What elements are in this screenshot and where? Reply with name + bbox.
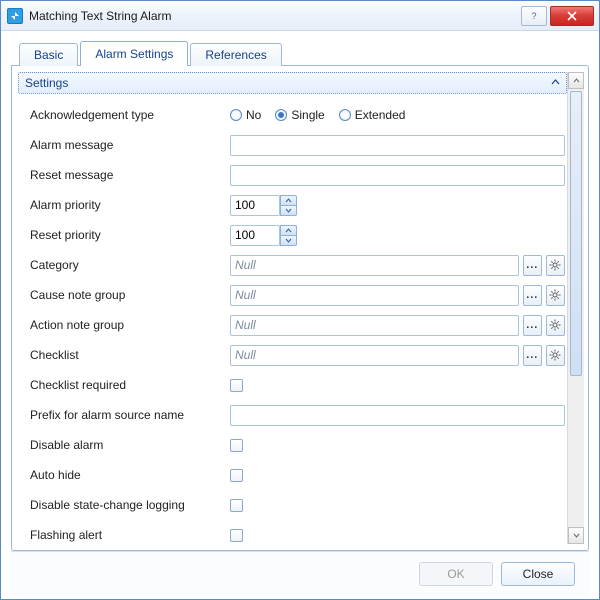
- label-cause-note-group: Cause note group: [30, 288, 230, 302]
- radio-label: No: [246, 108, 261, 122]
- label-disable-alarm: Disable alarm: [30, 438, 230, 452]
- titlebar: Matching Text String Alarm ?: [1, 1, 599, 31]
- radio-dot-icon: [275, 109, 287, 121]
- browse-button[interactable]: ...: [523, 255, 542, 276]
- input-checklist[interactable]: [230, 345, 519, 366]
- label-checklist: Checklist: [30, 348, 230, 362]
- input-alarm-message[interactable]: [230, 135, 565, 156]
- browse-button[interactable]: ...: [523, 285, 542, 306]
- spinner-up-button[interactable]: [280, 195, 297, 206]
- input-alarm-priority[interactable]: [230, 195, 280, 216]
- settings-gear-button[interactable]: [546, 345, 565, 366]
- radio-label: Single: [291, 108, 324, 122]
- close-window-button[interactable]: [550, 6, 594, 26]
- ok-button[interactable]: OK: [419, 562, 493, 586]
- checkbox-flashing-alert[interactable]: [230, 529, 243, 542]
- settings-scroll-content: Settings Acknowledgement type: [18, 72, 567, 544]
- settings-gear-button[interactable]: [546, 285, 565, 306]
- browse-button[interactable]: ...: [523, 315, 542, 336]
- scroll-track[interactable]: [568, 89, 584, 527]
- label-action-note-group: Action note group: [30, 318, 230, 332]
- dialog-footer: OK Close: [11, 551, 589, 595]
- tab-references[interactable]: References: [190, 43, 281, 66]
- tabpage: Settings Acknowledgement type: [11, 65, 589, 551]
- label-ack-type: Acknowledgement type: [30, 108, 230, 122]
- label-auto-hide: Auto hide: [30, 468, 230, 482]
- input-category[interactable]: [230, 255, 519, 276]
- dialog-window: Matching Text String Alarm ? Basic Alarm…: [0, 0, 600, 600]
- label-disable-scl: Disable state-change logging: [30, 498, 230, 512]
- input-prefix[interactable]: [230, 405, 565, 426]
- window-title: Matching Text String Alarm: [29, 9, 521, 23]
- browse-button[interactable]: ...: [523, 345, 542, 366]
- checkbox-checklist-required[interactable]: [230, 379, 243, 392]
- close-button[interactable]: Close: [501, 562, 575, 586]
- tab-alarm-settings[interactable]: Alarm Settings: [80, 41, 188, 66]
- app-icon: [7, 8, 23, 24]
- radio-ack-no[interactable]: No: [230, 108, 261, 122]
- spinner-alarm-priority: [230, 195, 297, 216]
- label-alarm-priority: Alarm priority: [30, 198, 230, 212]
- section-header-settings[interactable]: Settings: [18, 72, 567, 94]
- label-alarm-message: Alarm message: [30, 138, 230, 152]
- label-reset-priority: Reset priority: [30, 228, 230, 242]
- spinner-down-button[interactable]: [280, 235, 297, 246]
- help-button[interactable]: ?: [521, 6, 547, 26]
- radio-label: Extended: [355, 108, 406, 122]
- svg-text:?: ?: [531, 11, 536, 21]
- input-action-note-group[interactable]: [230, 315, 519, 336]
- label-flashing-alert: Flashing alert: [30, 528, 230, 542]
- radio-ack-extended[interactable]: Extended: [339, 108, 406, 122]
- tabstrip: Basic Alarm Settings References: [11, 41, 589, 65]
- scroll-up-button[interactable]: [568, 72, 584, 89]
- spinner-reset-priority: [230, 225, 297, 246]
- checkbox-auto-hide[interactable]: [230, 469, 243, 482]
- radio-dot-icon: [230, 109, 242, 121]
- client-area: Basic Alarm Settings References Settings: [1, 31, 599, 599]
- label-prefix: Prefix for alarm source name: [30, 408, 230, 422]
- label-category: Category: [30, 258, 230, 272]
- spinner-down-button[interactable]: [280, 205, 297, 216]
- radio-dot-icon: [339, 109, 351, 121]
- spinner-up-button[interactable]: [280, 225, 297, 236]
- input-reset-message[interactable]: [230, 165, 565, 186]
- scroll-thumb[interactable]: [570, 91, 582, 376]
- gear-icon: [549, 289, 561, 301]
- collapse-icon: [551, 78, 560, 89]
- checkbox-disable-scl[interactable]: [230, 499, 243, 512]
- gear-icon: [549, 319, 561, 331]
- section-title: Settings: [25, 76, 68, 90]
- gear-icon: [549, 349, 561, 361]
- checkbox-disable-alarm[interactable]: [230, 439, 243, 452]
- vertical-scrollbar[interactable]: [567, 72, 584, 544]
- settings-gear-button[interactable]: [546, 255, 565, 276]
- input-cause-note-group[interactable]: [230, 285, 519, 306]
- gear-icon: [549, 259, 561, 271]
- label-reset-message: Reset message: [30, 168, 230, 182]
- settings-gear-button[interactable]: [546, 315, 565, 336]
- input-reset-priority[interactable]: [230, 225, 280, 246]
- label-checklist-required: Checklist required: [30, 378, 230, 392]
- scroll-down-button[interactable]: [568, 527, 584, 544]
- radio-ack-single[interactable]: Single: [275, 108, 324, 122]
- tab-basic[interactable]: Basic: [19, 43, 78, 66]
